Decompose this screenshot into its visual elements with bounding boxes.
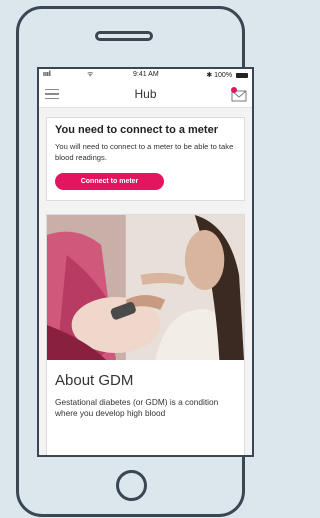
meter-card-body: You will need to connect to a meter to b…	[55, 142, 234, 162]
gdm-card-heading: About GDM	[55, 372, 134, 389]
battery-indicator: ✱ 100%	[206, 71, 248, 79]
app-screen: ıııl ᯤ 9:41 AM ✱ 100% Hub You need to co…	[37, 67, 254, 457]
mail-notification-icon[interactable]	[230, 86, 248, 102]
meter-card: You need to connect to a meter You will …	[46, 117, 245, 201]
status-bar: ıııl ᯤ 9:41 AM ✱ 100%	[39, 69, 252, 82]
status-time: 9:41 AM	[133, 71, 159, 78]
meter-card-heading: You need to connect to a meter	[55, 124, 218, 136]
connect-meter-button[interactable]: Connect to meter	[55, 173, 164, 190]
battery-percent: 100%	[214, 72, 233, 79]
page-title: Hub	[134, 87, 157, 101]
home-button[interactable]	[116, 470, 147, 501]
pregnancy-photo	[47, 215, 244, 360]
battery-icon	[236, 72, 248, 78]
bluetooth-icon: ✱	[206, 72, 213, 79]
nav-bar: Hub	[39, 82, 252, 108]
gdm-card[interactable]: About GDM Gestational diabetes (or GDM) …	[46, 214, 245, 455]
wifi-icon: ᯤ	[87, 71, 94, 78]
phone-speaker	[95, 31, 153, 41]
gdm-card-body: Gestational diabetes (or GDM) is a condi…	[55, 397, 219, 418]
signal-icon: ıııl	[43, 71, 51, 78]
